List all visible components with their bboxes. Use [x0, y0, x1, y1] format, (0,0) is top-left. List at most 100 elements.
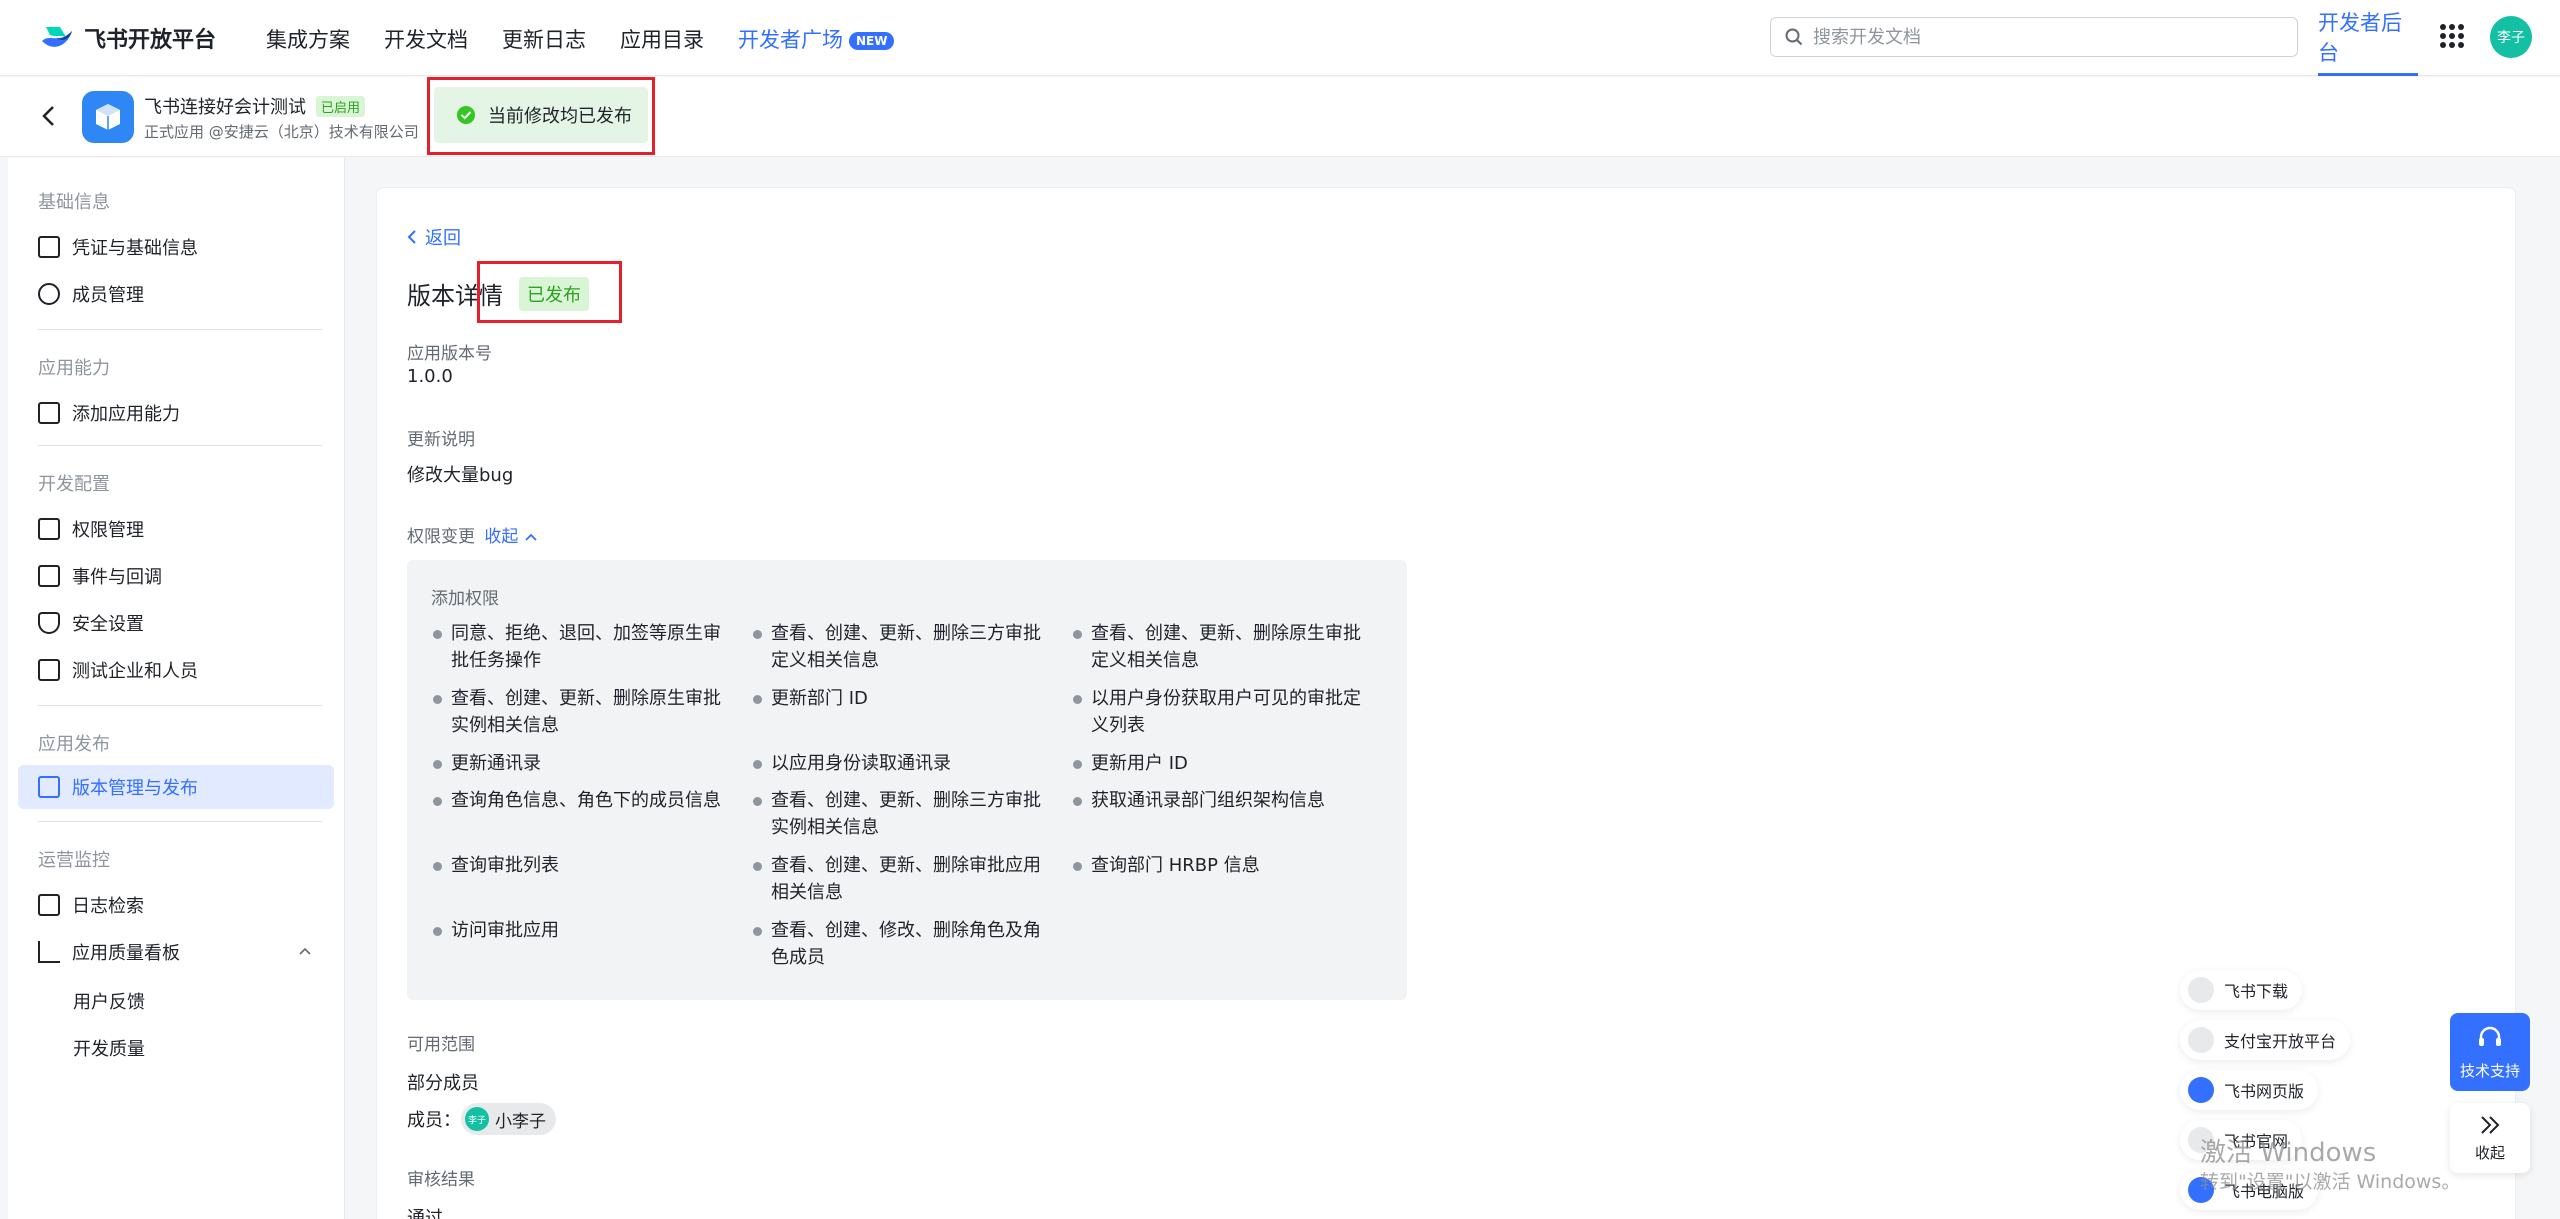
perm-item: 更新用户 ID	[1073, 750, 1373, 777]
sidebar-item-log-search[interactable]: 日志检索	[38, 885, 144, 925]
sidebar-item-label: 应用质量看板	[72, 943, 180, 964]
avatar: 李子	[465, 1107, 489, 1131]
sidebar-group-basic: 基础信息	[38, 192, 110, 213]
sidebar-item-credentials[interactable]: 凭证与基础信息	[38, 227, 198, 267]
code-icon	[38, 659, 60, 681]
sidebar-divider	[38, 705, 322, 706]
collapse-float-button[interactable]: 收起	[2450, 1103, 2530, 1173]
search-input[interactable]	[1813, 26, 2273, 48]
perm-item: 查询审批列表	[433, 852, 733, 879]
perm-item: 查询部门 HRBP 信息	[1073, 852, 1373, 879]
float-link-web[interactable]: 飞书网页版	[2180, 1070, 2319, 1110]
chart-icon	[38, 941, 60, 963]
perm-added-title: 添加权限	[431, 589, 499, 609]
logo-text: 飞书开放平台	[84, 28, 217, 53]
sidebar-item-members[interactable]: 成员管理	[38, 274, 144, 314]
perm-item: 查看、创建、更新、删除原生审批定义相关信息	[1073, 620, 1373, 674]
member-name: 小李子	[495, 1111, 546, 1132]
sidebar-item-quality-board[interactable]: 应用质量看板	[38, 932, 180, 972]
search-icon	[1785, 28, 1803, 46]
perm-change-text: 权限变更	[407, 527, 475, 547]
version-value: 1.0.0	[407, 366, 453, 387]
sidebar-divider	[38, 329, 322, 330]
perm-item: 查看、创建、更新、删除三方审批定义相关信息	[753, 620, 1053, 674]
version-detail-card: 返回 版本详情 已发布 应用版本号 1.0.0 更新说明 修改大量bug 权限变…	[376, 187, 2516, 1219]
sidebar-item-permissions[interactable]: 权限管理	[38, 509, 144, 549]
review-value: 通过	[407, 1208, 443, 1219]
support-label: 技术支持	[2459, 1061, 2520, 1080]
sidebar-item-add-capability[interactable]: 添加应用能力	[38, 393, 180, 433]
perm-item: 更新通讯录	[433, 750, 733, 777]
highlight-box-toast	[427, 77, 655, 155]
main-nav: 集成方案 开发文档 更新日志 应用目录 开发者广场 NEW	[266, 24, 895, 54]
headset-icon	[2479, 1026, 2501, 1046]
sidebar-item-label: 添加应用能力	[72, 404, 180, 425]
sidebar-item-label: 成员管理	[72, 285, 144, 306]
credential-icon	[38, 236, 60, 258]
nav-changelog[interactable]: 更新日志	[502, 24, 586, 54]
sidebar-item-events[interactable]: 事件与回调	[38, 556, 162, 596]
chevron-left-icon	[407, 230, 416, 244]
member-chip[interactable]: 李子 小李子	[461, 1103, 556, 1135]
sidebar-item-test-tenant[interactable]: 测试企业和人员	[38, 650, 198, 690]
sidebar-item-security[interactable]: 安全设置	[38, 603, 144, 643]
alipay-icon	[2188, 1027, 2214, 1053]
web-icon	[2188, 1077, 2214, 1103]
back-link-text: 返回	[425, 228, 461, 249]
sidebar-divider	[38, 445, 322, 446]
notes-label: 更新说明	[407, 430, 475, 450]
search-box[interactable]	[1770, 17, 2298, 57]
top-navbar: 飞书开放平台 集成方案 开发文档 更新日志 应用目录 开发者广场 NEW 开发者后…	[0, 0, 2560, 76]
sidebar-item-label: 事件与回调	[72, 567, 162, 588]
perm-item: 更新部门 ID	[753, 685, 1053, 712]
float-link-label: 支付宝开放平台	[2224, 1032, 2337, 1051]
tech-support-button[interactable]: 技术支持	[2450, 1013, 2530, 1091]
sidebar: 基础信息 凭证与基础信息 成员管理 应用能力 添加应用能力 开发配置 权限管理 …	[8, 158, 345, 1219]
user-avatar[interactable]: 李子	[2490, 16, 2532, 58]
nav-app-directory[interactable]: 应用目录	[620, 24, 704, 54]
sidebar-group-dev-config: 开发配置	[38, 474, 110, 495]
app-header: 飞书连接好会计测试 已启用 正式应用 @安捷云（北京）技术有限公司 当前修改均已…	[0, 77, 2560, 157]
double-chevron-right-icon	[2481, 1115, 2500, 1134]
perm-item: 查询角色信息、角色下的成员信息	[433, 787, 733, 814]
sidebar-subitem-dev-quality[interactable]: 开发质量	[73, 1035, 145, 1061]
add-capability-icon	[38, 402, 60, 424]
perm-item: 查看、创建、更新、删除三方审批实例相关信息	[753, 787, 1053, 841]
shield-icon	[38, 612, 60, 634]
dev-backend-link[interactable]: 开发者后台	[2318, 0, 2418, 76]
perm-item: 获取通讯录部门组织架构信息	[1073, 787, 1373, 814]
float-link-alipay[interactable]: 支付宝开放平台	[2180, 1020, 2351, 1060]
nav-dev-plaza[interactable]: 开发者广场 NEW	[738, 24, 895, 54]
review-label: 审核结果	[407, 1170, 475, 1190]
version-label: 应用版本号	[407, 344, 492, 364]
perm-item: 查看、创建、修改、删除角色及角色成员	[753, 917, 1053, 971]
chevron-up-icon[interactable]	[298, 946, 312, 956]
feishu-open-platform-logo[interactable]: 飞书开放平台	[40, 20, 216, 56]
windows-watermark: 激活 Windows	[2200, 1138, 2377, 1168]
back-arrow-icon[interactable]	[36, 103, 62, 129]
float-link-label: 飞书网页版	[2224, 1082, 2305, 1101]
collapse-toggle[interactable]: 收起	[484, 527, 537, 547]
sidebar-item-version-publish[interactable]: 版本管理与发布	[38, 767, 198, 807]
app-name: 飞书连接好会计测试 已启用	[144, 93, 366, 119]
member-label: 成员：	[407, 1110, 461, 1131]
collapse-text: 收起	[484, 527, 519, 547]
lock-icon	[38, 518, 60, 540]
scope-label: 可用范围	[407, 1035, 475, 1055]
enabled-badge: 已启用	[316, 95, 366, 117]
nav-integration[interactable]: 集成方案	[266, 24, 350, 54]
nav-docs[interactable]: 开发文档	[384, 24, 468, 54]
sidebar-subitem-feedback[interactable]: 用户反馈	[73, 988, 145, 1014]
sidebar-divider	[38, 821, 322, 822]
publish-icon	[38, 776, 60, 798]
sidebar-item-label: 凭证与基础信息	[72, 238, 198, 259]
float-link-label: 飞书下载	[2224, 982, 2289, 1001]
float-link-feishu-download[interactable]: 飞书下载	[2180, 970, 2303, 1010]
app-grid-icon[interactable]	[2440, 24, 2464, 48]
back-link[interactable]: 返回	[407, 224, 461, 250]
collapse-float-label: 收起	[2474, 1143, 2505, 1162]
permission-list-box: 添加权限 同意、拒绝、退回、加签等原生审批任务操作 查看、创建、更新、删除三方审…	[407, 560, 1407, 1000]
sidebar-item-label: 测试企业和人员	[72, 661, 198, 682]
perm-item: 查看、创建、更新、删除原生审批实例相关信息	[433, 685, 733, 739]
sidebar-item-label: 日志检索	[72, 896, 144, 917]
